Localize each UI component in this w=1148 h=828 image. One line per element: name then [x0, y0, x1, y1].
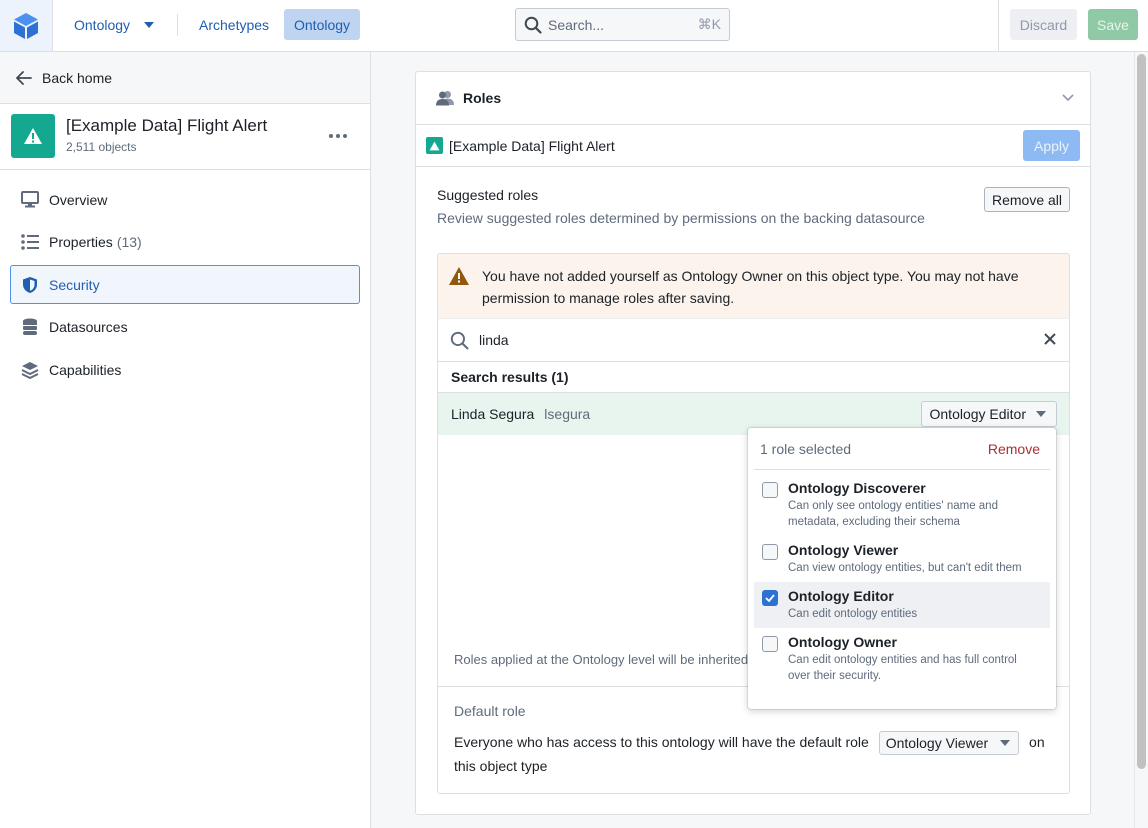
more-icon: [329, 134, 333, 138]
search-results-header: Search results (1): [438, 362, 1069, 393]
discard-button[interactable]: Discard: [1010, 9, 1077, 40]
warning-callout: You have not added yourself as Ontology …: [438, 254, 1069, 319]
object-count: 2,511 objects: [66, 140, 137, 154]
more-options-button[interactable]: [326, 126, 350, 146]
role-description: Can only see ontology entities' name and…: [788, 500, 998, 528]
caret-down-icon: [1000, 740, 1011, 747]
search-icon: [524, 16, 542, 34]
sidebar-item-capabilities[interactable]: Capabilities: [10, 350, 360, 389]
role-checkbox[interactable]: [762, 636, 778, 652]
app-logo[interactable]: [0, 0, 53, 51]
role-option-discoverer[interactable]: Ontology Discoverer Can only see ontolog…: [754, 474, 1050, 536]
back-home-label: Back home: [42, 69, 113, 86]
user-username: lsegura: [544, 406, 591, 422]
role-description: Can view ontology entities, but can't ed…: [788, 562, 1022, 574]
object-title: [Example Data] Flight Alert: [66, 116, 268, 135]
check-icon: [765, 594, 775, 602]
role-name: Ontology Viewer: [788, 542, 899, 558]
ontology-dropdown[interactable]: Ontology: [66, 9, 162, 41]
role-option-viewer[interactable]: Ontology Viewer Can view ontology entiti…: [754, 536, 1050, 582]
role-option-editor[interactable]: Ontology Editor Can edit ontology entiti…: [754, 582, 1050, 628]
layers-icon: [21, 361, 39, 379]
sidebar-item-datasources[interactable]: Datasources: [10, 308, 360, 347]
caret-down-icon: [144, 22, 155, 28]
sidebar-item-label: Datasources: [49, 319, 128, 335]
role-name: Ontology Discoverer: [788, 480, 926, 496]
selected-role-count: 1 role selected: [760, 440, 852, 457]
role-checkbox[interactable]: [762, 590, 778, 606]
save-button[interactable]: Save: [1088, 9, 1138, 40]
top-bar: Ontology Archetypes Ontology Search... ⌘…: [0, 0, 1148, 52]
properties-count: (13): [116, 234, 142, 250]
roles-section-title: Roles: [463, 90, 502, 106]
remove-all-button[interactable]: Remove all: [983, 187, 1070, 212]
role-options: Ontology Discoverer Can only see ontolog…: [748, 470, 1056, 690]
sidebar-item-label: Security: [49, 276, 100, 293]
sidebar-item-label: Overview: [49, 191, 108, 208]
divider: [998, 0, 999, 51]
default-role-sentence: Everyone who has access to this ontology…: [454, 731, 1054, 777]
role-checkbox[interactable]: [762, 482, 778, 498]
user-search-input[interactable]: [479, 332, 979, 348]
sidebar-item-label: Capabilities: [49, 361, 122, 378]
sidebar-item-security[interactable]: Security: [10, 265, 360, 304]
caret-down-icon: [1036, 411, 1046, 417]
object-name: [Example Data] Flight Alert: [449, 137, 615, 154]
search-shortcut: ⌘K: [697, 16, 721, 32]
global-search[interactable]: Search... ⌘K: [515, 8, 730, 41]
role-checkbox[interactable]: [762, 544, 778, 560]
database-icon: [21, 318, 39, 336]
object-apply-row: [Example Data] Flight Alert Apply: [416, 125, 1090, 167]
apply-button[interactable]: Apply: [1023, 130, 1080, 161]
people-icon: [436, 91, 454, 106]
default-role-value: Ontology Viewer: [885, 735, 989, 752]
user-role-value: Ontology Editor: [929, 406, 1027, 422]
object-header: [Example Data] Flight Alert 2,511 object…: [0, 104, 370, 170]
divider: [177, 14, 178, 36]
object-type-icon: [11, 114, 55, 158]
role-name: Ontology Editor: [788, 588, 894, 604]
remove-role-button[interactable]: Remove: [988, 441, 1040, 457]
user-role-select[interactable]: Ontology Editor: [920, 401, 1057, 427]
sidebar-nav: Overview Properties (13) Security Dataso…: [0, 170, 370, 389]
list-icon: [21, 233, 39, 251]
search-icon: [450, 331, 469, 349]
back-home-button[interactable]: Back home: [0, 52, 370, 104]
sidebar-item-properties[interactable]: Properties (13): [10, 223, 360, 262]
warning-text: You have not added yourself as Ontology …: [482, 268, 1019, 306]
main-scrollbar-thumb[interactable]: [1137, 54, 1146, 769]
role-menu-header: 1 role selected Remove: [754, 428, 1050, 470]
arrow-left-icon: [16, 70, 32, 85]
sidebar-item-label: Properties: [49, 234, 113, 250]
ontology-dropdown-label: Ontology: [74, 17, 131, 33]
tab-archetypes[interactable]: Archetypes: [189, 9, 279, 40]
shield-icon: [21, 276, 39, 294]
warning-icon: [429, 141, 440, 150]
role-name: Ontology Owner: [788, 634, 897, 650]
role-dropdown-menu: 1 role selected Remove Ontology Discover…: [748, 428, 1056, 709]
suggested-roles: Suggested roles Review suggested roles d…: [437, 187, 1070, 226]
search-placeholder: Search...: [548, 16, 605, 33]
warning-icon: [449, 267, 469, 285]
roles-section-header[interactable]: Roles: [416, 72, 1090, 125]
cube-icon: [14, 12, 38, 39]
user-search: [438, 319, 1069, 362]
suggested-roles-description: Review suggested roles determined by per…: [437, 210, 925, 226]
default-role-select[interactable]: Ontology Viewer: [878, 731, 1020, 756]
role-description: Can edit ontology entities and has full …: [788, 654, 1017, 682]
monitor-icon: [21, 191, 39, 209]
clear-icon[interactable]: [1043, 332, 1057, 346]
chevron-down-icon[interactable]: [1062, 94, 1074, 102]
user-name: Linda Segura: [451, 406, 535, 422]
sidebar-item-overview[interactable]: Overview: [10, 180, 360, 219]
suggested-roles-title: Suggested roles: [437, 187, 539, 203]
role-option-owner[interactable]: Ontology Owner Can edit ontology entitie…: [754, 628, 1050, 690]
warning-icon: [24, 128, 42, 144]
object-type-icon: [426, 137, 443, 154]
default-role-text-before: Everyone who has access to this ontology…: [454, 734, 869, 750]
sidebar: Back home [Example Data] Flight Alert 2,…: [0, 52, 371, 828]
inherited-note: Roles applied at the Ontology level will…: [454, 652, 749, 667]
tab-ontology[interactable]: Ontology: [284, 9, 361, 40]
role-description: Can edit ontology entities: [788, 608, 918, 620]
